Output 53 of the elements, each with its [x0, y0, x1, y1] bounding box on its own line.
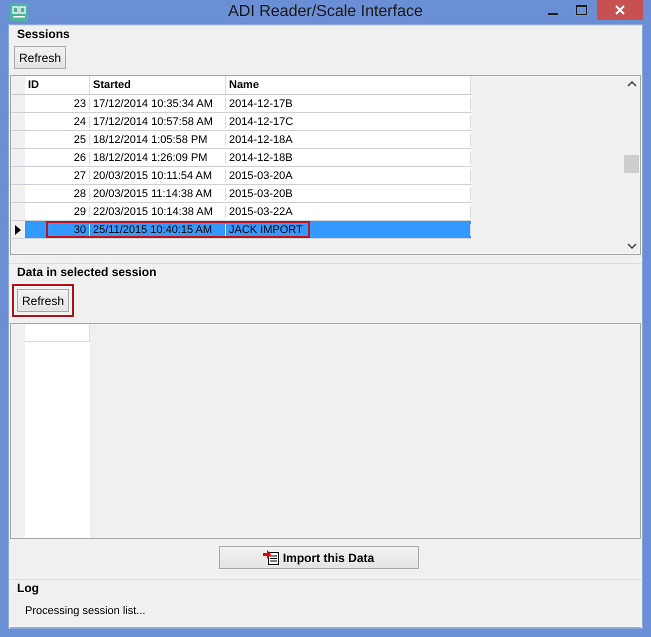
table-cell: 26: [25, 152, 90, 164]
table-cell: 2015-03-20B: [226, 188, 471, 200]
section-label: Log: [17, 581, 39, 595]
table-cell: 2014-12-17C: [226, 116, 471, 128]
section-label: Sessions: [17, 27, 70, 41]
table-cell: 23: [25, 98, 90, 110]
table-row[interactable]: 23 17/12/2014 10:35:34 AM 2014-12-17B: [11, 95, 471, 113]
table-row[interactable]: 28 20/03/2015 11:14:38 AM 2015-03-20B: [11, 185, 471, 203]
table-cell: 2014-12-18A: [226, 134, 471, 146]
scroll-up-icon: [626, 81, 636, 87]
table-cell: 28: [25, 188, 90, 200]
table-cell: 22/03/2015 10:14:38 AM: [90, 206, 226, 218]
column-header[interactable]: ID: [25, 76, 90, 94]
scroll-thumb[interactable]: [624, 155, 639, 173]
refresh-button[interactable]: Refresh: [17, 289, 70, 312]
table-cell: 17/12/2014 10:57:58 AM: [90, 116, 226, 128]
table-cell: 25: [25, 134, 90, 146]
table-cell: 29: [25, 206, 90, 218]
table-row[interactable]: 27 20/03/2015 10:11:54 AM 2015-03-20A: [11, 167, 471, 185]
log-text: Processing session list...: [24, 604, 146, 619]
table-cell: 17/12/2014 10:35:34 AM: [90, 98, 226, 110]
table-cell: 30: [25, 224, 90, 236]
table-cell: JACK IMPORT: [226, 224, 471, 236]
scroll-down-icon: [626, 243, 636, 249]
table-row[interactable]: 25 18/12/2014 1:05:58 PM 2014-12-18A: [11, 131, 471, 149]
app-icon: [10, 3, 28, 21]
table-cell: 2015-03-20A: [226, 170, 471, 182]
table-cell: 2014-12-18B: [226, 152, 471, 164]
table-row[interactable]: 29 22/03/2015 10:14:38 AM 2015-03-22A: [11, 203, 471, 221]
table-cell: 18/12/2014 1:05:58 PM: [90, 134, 226, 146]
import-document-icon: [262, 550, 281, 566]
table-cell: 27: [25, 170, 90, 182]
minimize-icon: [548, 12, 558, 14]
import-button[interactable]: Import this Data: [218, 546, 418, 569]
close-button[interactable]: [597, 0, 643, 20]
table-cell: 18/12/2014 1:26:09 PM: [90, 152, 226, 164]
section-label: Data in selected session: [17, 265, 156, 279]
column-header[interactable]: Started: [90, 76, 226, 94]
window-title: ADI Reader/Scale Interface: [227, 3, 424, 21]
table-row[interactable]: 26 18/12/2014 1:26:09 PM 2014-12-18B: [11, 149, 471, 167]
table-row[interactable]: 30 25/11/2015 10:40:15 AM JACK IMPORT: [11, 221, 471, 239]
table-cell: 24: [25, 116, 90, 128]
table-cell: 2015-03-22A: [226, 206, 471, 218]
close-icon: [615, 5, 625, 15]
table-cell: 20/03/2015 11:14:38 AM: [90, 188, 226, 200]
table-cell: 25/11/2015 10:40:15 AM: [90, 224, 226, 236]
row-pointer-icon: [15, 224, 21, 234]
table-cell: 20/03/2015 10:11:54 AM: [90, 170, 226, 182]
column-header[interactable]: Name: [226, 76, 471, 94]
refresh-button[interactable]: Refresh: [14, 46, 66, 69]
maximize-icon: [576, 5, 586, 15]
table-cell: 2014-12-17B: [226, 98, 471, 110]
table-row[interactable]: 24 17/12/2014 10:57:58 AM 2014-12-17C: [11, 113, 471, 131]
